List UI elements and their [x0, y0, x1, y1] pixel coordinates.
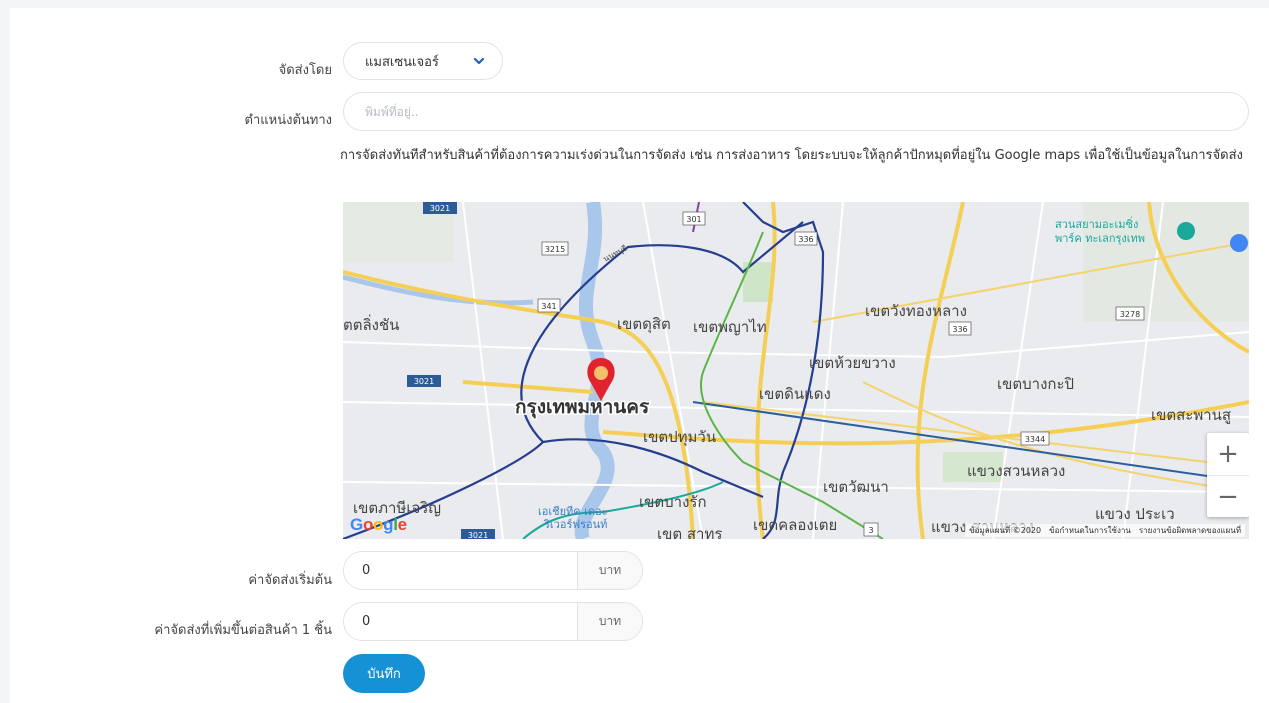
google-logo: Google [350, 515, 407, 534]
svg-text:3021: 3021 [468, 531, 488, 539]
label-khlongtoei: เขตคลองเตย [753, 516, 837, 534]
svg-text:336: 336 [952, 325, 967, 334]
chevron-down-icon [473, 57, 485, 65]
road-shield-3021b: 3021 [407, 375, 441, 387]
label-dindaeng: เขตดินแดง [759, 385, 831, 403]
ship-by-label: จัดส่งโดย [278, 63, 332, 78]
road-shield-3215: 3215 [541, 241, 569, 256]
svg-text:336: 336 [798, 235, 813, 244]
label-iconsiam-1: เอเชียทีค เดอะ [538, 505, 608, 518]
base-fee-label: ค่าจัดส่งเริ่มต้น [248, 573, 332, 588]
origin-address-input[interactable] [343, 92, 1249, 131]
svg-text:3215: 3215 [545, 245, 565, 254]
origin-label: ตำแหน่งต้นทาง [244, 113, 332, 128]
label-iconsiam-2: ริเวอร์ฟรอนท์ [543, 518, 608, 531]
extra-fee-unit: บาท [577, 603, 642, 640]
map-attribution: ข้อมูลแผนที่ ©2020 ข้อกำหนดในการใช้งาน ราย… [965, 524, 1245, 537]
svg-text:3: 3 [868, 526, 873, 535]
svg-text:3344: 3344 [1025, 435, 1045, 444]
label-watthana: เขตวัฒนา [823, 478, 889, 496]
label-park: พาร์ค ทะเลกรุงเทพ [1055, 232, 1145, 245]
road-shield-3278: 3278 [1115, 306, 1145, 321]
label-suanluang-a: แขวงสวนหลวง [967, 462, 1065, 480]
road-shield-336a: 336 [794, 231, 818, 246]
label-talingchan: ตตลิ่งชัน [343, 314, 399, 334]
svg-text:3278: 3278 [1120, 310, 1140, 319]
google-map[interactable]: 3021 3215 301 336 341 3278 336 3021 3344… [343, 202, 1249, 539]
zoom-in-button[interactable]: + [1207, 433, 1249, 475]
save-button[interactable]: บันทึก [343, 654, 425, 693]
base-fee-input[interactable] [344, 552, 577, 589]
label-prawet: แขวง ประเว [1095, 505, 1175, 523]
base-fee-field: บาท [343, 551, 643, 590]
extra-fee-input[interactable] [344, 603, 577, 640]
label-phayathai: เขตพญาไท [693, 318, 767, 336]
label-wangthonglang: เขตวังทองหลาง [865, 302, 967, 320]
ship-by-value: แมสเซนเจอร์ [365, 54, 439, 70]
extra-fee-field: บาท [343, 602, 643, 641]
label-huaikhwang: เขตห้วยขวาง [809, 354, 896, 372]
label-city: กรุงเทพมหานคร [515, 396, 650, 419]
label-sathon: เขต สาทร [657, 525, 722, 539]
label-bangkapi: เขตบางกะปิ [997, 375, 1074, 393]
base-fee-unit: บาท [577, 552, 642, 589]
map-terms-link[interactable]: ข้อกำหนดในการใช้งาน [1049, 526, 1131, 535]
road-shield-301: 301 [682, 211, 706, 226]
zoom-out-button[interactable]: − [1207, 475, 1249, 517]
label-pathumwan: เขตปทุมวัน [643, 428, 716, 447]
road-shield-3344: 3344 [1020, 431, 1050, 446]
svg-text:3021: 3021 [430, 204, 450, 213]
map-data-credit: ข้อมูลแผนที่ ©2020 [969, 526, 1042, 535]
ship-by-select[interactable]: แมสเซนเจอร์ [343, 42, 503, 80]
road-shield-336b: 336 [948, 321, 972, 336]
svg-text:301: 301 [686, 215, 701, 224]
label-saphansung: เขตสะพานสู [1151, 406, 1231, 424]
road-shield-3021a: 3021 [423, 202, 457, 214]
svg-text:341: 341 [541, 302, 556, 311]
road-shield-3021c: 3021 [461, 529, 495, 539]
extra-fee-label: ค่าจัดส่งที่เพิ่มขึ้นต่อสินค้า 1 ชิ้น [154, 623, 332, 638]
delivery-description: การจัดส่งทันทีสำหรับสินค้าที่ต้องการความ… [340, 148, 1243, 163]
map-zoom-control: + − [1207, 433, 1249, 517]
label-dusit: เขตดุสิต [617, 315, 671, 334]
label-siam-amazing: สวนสยามอะเมซิ่ง [1055, 216, 1138, 231]
road-shield-341: 341 [537, 298, 561, 313]
map-canvas: 3021 3215 301 336 341 3278 336 3021 3344… [343, 202, 1249, 539]
map-report-link[interactable]: รายงานข้อผิดพลาดของแผนที่ [1139, 526, 1241, 535]
label-bangrak: เขตบางรัก [639, 493, 707, 511]
park-poi-icon [1177, 222, 1195, 240]
svg-text:3021: 3021 [414, 377, 434, 386]
shopping-poi-icon [1230, 234, 1248, 252]
road-shield-3: 3 [863, 522, 879, 537]
